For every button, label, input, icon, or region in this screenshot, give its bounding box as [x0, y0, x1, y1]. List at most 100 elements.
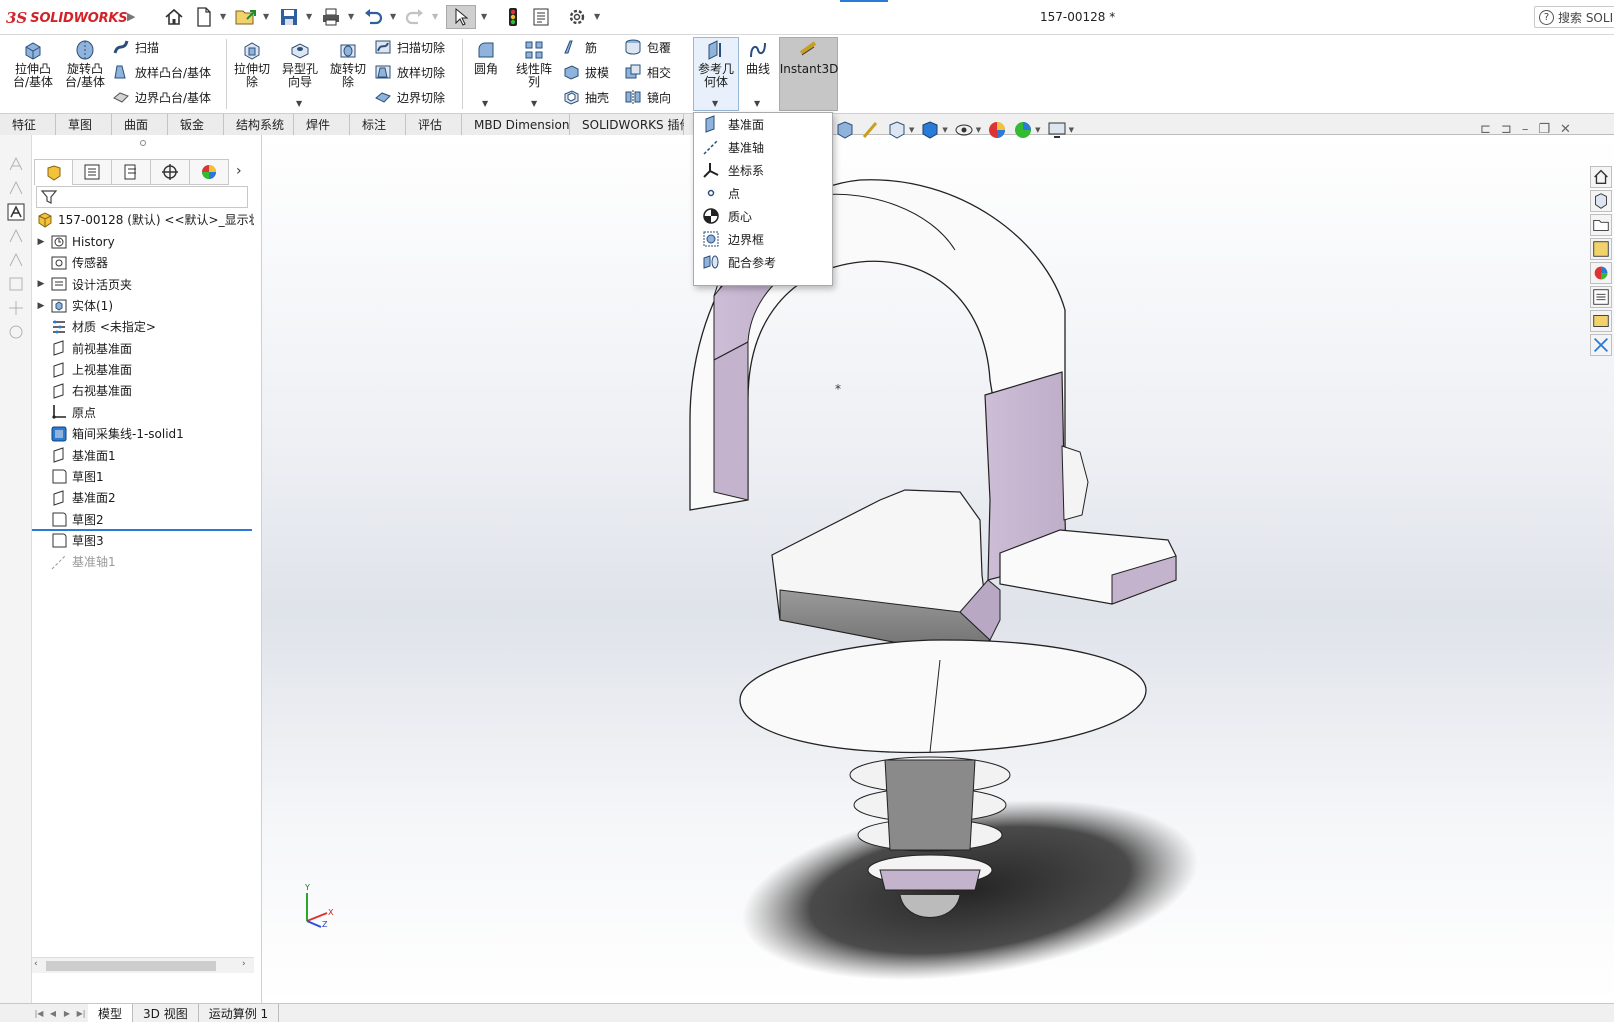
chevron-down-icon[interactable]: ▼: [942, 126, 947, 134]
first-tab-icon[interactable]: |◀: [32, 1004, 46, 1022]
chevron-down-icon[interactable]: ▼: [909, 126, 914, 134]
dynamic-annotation-icon[interactable]: [861, 120, 881, 140]
design-library-icon[interactable]: [1590, 190, 1612, 212]
home-button[interactable]: [162, 5, 186, 29]
solidworks-logo[interactable]: 3S SOLIDWORKS: [6, 8, 128, 28]
boundary-cut-button[interactable]: 边界切除: [374, 86, 445, 108]
tree-filter-box[interactable]: [36, 186, 248, 208]
expand-arrow-icon[interactable]: ▶: [36, 301, 46, 311]
apply-scene-icon[interactable]: [1013, 120, 1033, 140]
tab-solidworks-addins[interactable]: SOLIDWORKS 插件: [570, 114, 691, 135]
tree-node[interactable]: 草图1: [36, 466, 104, 487]
datum-icon[interactable]: [7, 251, 25, 269]
chevron-right-icon[interactable]: ›: [236, 163, 242, 179]
chevron-down-icon[interactable]: ▼: [482, 99, 488, 108]
tree-node[interactable]: ▶ 设计活页夹: [36, 274, 132, 295]
tree-node[interactable]: ▶ 实体(1): [36, 295, 113, 316]
chevron-down-icon[interactable]: ▼: [1035, 126, 1040, 134]
tile-right-icon[interactable]: ⊐: [1501, 122, 1512, 137]
instant3d-label-group[interactable]: Instant3D: [780, 39, 838, 76]
sweep-button[interactable]: 扫描: [112, 36, 159, 58]
chevron-down-icon[interactable]: ▼: [296, 99, 302, 108]
open-button[interactable]: [234, 5, 258, 29]
tree-root-part[interactable]: 157-00128 (默认) <<默认>_显示状态: [36, 209, 254, 230]
restore-icon[interactable]: ❐: [1538, 122, 1550, 137]
reference-geometry-label-group[interactable]: 参考几 何体: [694, 39, 738, 89]
prev-tab-icon[interactable]: ◀: [46, 1004, 60, 1022]
edit-appearance-icon[interactable]: [987, 120, 1007, 140]
view-palette-icon[interactable]: [1590, 238, 1612, 260]
graphics-area[interactable]: * Y X Z: [262, 135, 1614, 1003]
extrude-boss-button[interactable]: 拉伸凸 台/基体: [10, 39, 56, 89]
last-tab-icon[interactable]: ▶|: [74, 1004, 88, 1022]
tab-markup[interactable]: 标注: [350, 114, 406, 135]
tab-surfaces[interactable]: 曲面: [112, 114, 168, 135]
tab-sketch[interactable]: 草图: [56, 114, 112, 135]
tree-node[interactable]: 右视基准面: [36, 380, 132, 401]
lofted-cut-button[interactable]: 放样切除: [374, 61, 445, 83]
view-settings-icon[interactable]: [1047, 120, 1067, 140]
chevron-down-icon[interactable]: ▼: [1069, 126, 1074, 134]
rib-button[interactable]: 筋: [562, 36, 597, 58]
tab-evaluate[interactable]: 评估: [406, 114, 462, 135]
tree-horizontal-scrollbar[interactable]: ‹ ›: [32, 957, 254, 973]
surface-finish-icon[interactable]: [7, 227, 25, 245]
shell-button[interactable]: 抽壳: [562, 86, 609, 108]
hide-show-items-icon[interactable]: [954, 120, 974, 140]
menu-item-coordinate-system[interactable]: 坐标系: [702, 159, 764, 181]
tab-structure-system[interactable]: 结构系统: [224, 114, 294, 135]
save-button[interactable]: [278, 5, 300, 29]
menu-item-bounding-box[interactable]: 边界框: [702, 228, 764, 250]
custom-properties-icon[interactable]: [1590, 286, 1612, 308]
smart-dimension-icon[interactable]: [7, 155, 25, 173]
new-document-button[interactable]: [194, 5, 214, 29]
chevron-down-icon[interactable]: ▼: [531, 99, 537, 108]
chevron-down-icon[interactable]: ▼: [712, 99, 718, 108]
tab-weldments[interactable]: 焊件: [294, 114, 350, 135]
chevron-down-icon[interactable]: ▼: [263, 12, 269, 21]
undo-button[interactable]: [362, 5, 384, 29]
swept-cut-button[interactable]: 扫描切除: [374, 36, 445, 58]
mirror-button[interactable]: 镜向: [624, 86, 671, 108]
chevron-down-icon[interactable]: ▼: [432, 12, 438, 21]
revolve-cut-button[interactable]: 旋转切 除: [326, 39, 370, 89]
section-view-icon[interactable]: [835, 120, 855, 140]
minimize-icon[interactable]: –: [1522, 122, 1529, 137]
tree-node[interactable]: 基准面1: [36, 445, 116, 466]
next-tab-icon[interactable]: ▶: [60, 1004, 74, 1022]
expand-arrow-icon[interactable]: ▶: [36, 237, 46, 247]
revolve-boss-button[interactable]: 旋转凸 台/基体: [62, 39, 108, 89]
annotation-active-icon[interactable]: [7, 203, 25, 221]
hole-wizard-button[interactable]: 异型孔 向导: [278, 39, 322, 89]
tree-node[interactable]: 前视基准面: [36, 338, 132, 359]
menu-item-mate-reference[interactable]: 配合参考: [702, 251, 776, 273]
scroll-right-icon[interactable]: ›: [242, 959, 246, 969]
select-button[interactable]: [446, 5, 476, 29]
display-style-icon[interactable]: [920, 120, 940, 140]
menu-expand-icon[interactable]: ▶: [127, 10, 135, 23]
tab-sheet-metal[interactable]: 钣金: [168, 114, 224, 135]
chevron-down-icon[interactable]: ▼: [390, 12, 396, 21]
menu-item-axis[interactable]: 基准轴: [702, 136, 764, 158]
menu-item-point[interactable]: 点: [702, 182, 740, 204]
chevron-down-icon[interactable]: ▼: [306, 12, 312, 21]
extrude-cut-button[interactable]: 拉伸切 除: [230, 39, 274, 89]
note-icon[interactable]: [7, 179, 25, 197]
xdesign-icon[interactable]: [1590, 334, 1612, 356]
menu-item-center-of-mass[interactable]: 质心: [702, 205, 752, 227]
intersect-button[interactable]: 相交: [624, 61, 671, 83]
search-commands-box[interactable]: ? 搜索 SOLI: [1534, 6, 1614, 28]
weld-symbol-icon[interactable]: [7, 299, 25, 317]
tab-3d-views[interactable]: 3D 视图: [133, 1004, 199, 1022]
options-button[interactable]: [566, 5, 588, 29]
chevron-down-icon[interactable]: ▼: [481, 12, 487, 21]
expand-arrow-icon[interactable]: ▶: [36, 279, 46, 289]
chevron-down-icon[interactable]: ▼: [754, 99, 760, 108]
linear-pattern-button[interactable]: 线性阵 列: [512, 39, 556, 89]
appearances-icon[interactable]: [1590, 262, 1612, 284]
tree-node[interactable]: 原点: [36, 402, 96, 423]
tree-node[interactable]: 草图2: [36, 509, 104, 530]
configuration-manager-tab[interactable]: [112, 159, 151, 185]
chevron-down-icon[interactable]: ▼: [594, 12, 600, 21]
fillet-button[interactable]: 圆角: [468, 39, 504, 76]
